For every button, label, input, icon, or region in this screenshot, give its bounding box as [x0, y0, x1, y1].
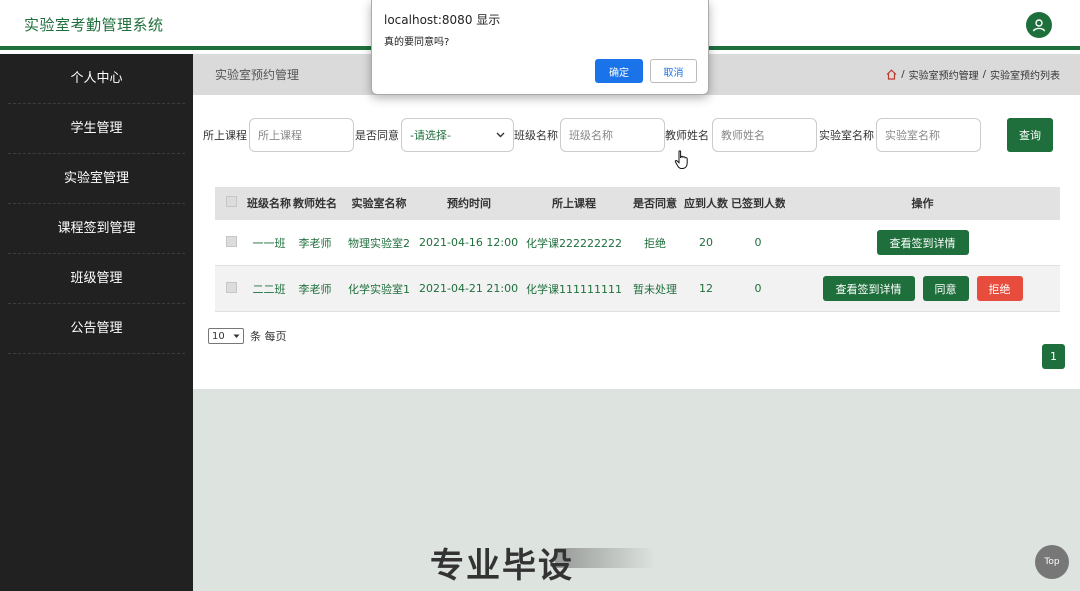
dialog-message: 真的要同意吗?	[384, 37, 450, 48]
teacher-label: 教师姓名	[665, 129, 709, 142]
column-header: 是否同意	[633, 197, 677, 210]
row-checkbox[interactable]	[225, 281, 237, 293]
lab-cell: 物理实验室2	[348, 236, 410, 250]
hand-cursor-icon	[674, 150, 688, 169]
page-size-select[interactable]: 10	[208, 328, 244, 344]
breadcrumb: / 实验室预约管理 / 实验室预约列表	[886, 67, 1060, 82]
sidebar-item-labs[interactable]: 实验室管理	[8, 154, 185, 204]
user-icon	[1032, 19, 1046, 32]
page-size-value: 10	[212, 330, 225, 342]
time-cell: 2021-04-21 21:00:00	[419, 282, 519, 295]
column-header: 班级名称	[247, 197, 291, 210]
dialog-cancel-button[interactable]: 取消	[650, 59, 697, 83]
chevron-down-icon	[233, 334, 240, 338]
expected-count-cell: 20	[699, 236, 713, 249]
breadcrumb-item-booking-list: 实验室预约列表	[990, 71, 1060, 82]
column-header: 教师姓名	[293, 197, 337, 210]
class-name-cell: 二二班	[252, 282, 286, 296]
select-all-checkbox[interactable]	[225, 196, 237, 207]
user-avatar-button[interactable]	[1026, 12, 1052, 38]
course-input[interactable]: 所上课程	[249, 118, 354, 152]
reject-button[interactable]: 拒绝	[976, 276, 1023, 301]
watermark-text: 专业毕设	[430, 546, 574, 586]
confirm-dialog: localhost:8080 显示 真的要同意吗? 确定 取消	[371, 0, 709, 95]
search-button[interactable]: 查询	[1007, 118, 1053, 152]
column-header: 应到人数	[684, 197, 728, 210]
lab-cell: 化学实验室1	[348, 282, 410, 296]
sidebar-item-announcements[interactable]: 公告管理	[8, 304, 185, 354]
agree-label: 是否同意	[355, 129, 399, 142]
app-title: 实验室考勤管理系统	[24, 16, 164, 34]
home-icon[interactable]	[886, 69, 897, 80]
lab-name-input[interactable]: 实验室名称	[876, 118, 981, 152]
back-to-top-button[interactable]: Top	[1035, 545, 1069, 579]
column-header: 实验室名称	[351, 197, 407, 210]
course-label: 所上课程	[203, 129, 247, 142]
page-size-suffix: 条 每页	[250, 330, 287, 343]
column-header: 已签到人数	[731, 197, 785, 210]
time-cell: 2021-04-16 12:00:00	[419, 236, 519, 249]
table-row: 一一班 李老师 物理实验室2 2021-04-16 12:00:00 化学课22…	[215, 220, 1060, 266]
agree-select[interactable]: -请选择-	[401, 118, 514, 152]
course-cell: 化学课222222222	[526, 236, 622, 250]
sidebar-nav: 个人中心 学生管理 实验室管理 课程签到管理 班级管理 公告管理	[0, 54, 193, 591]
teacher-cell: 李老师	[298, 236, 332, 250]
lab-name-label: 实验室名称	[819, 129, 874, 142]
row-checkbox[interactable]	[225, 235, 237, 247]
column-header: 操作	[911, 197, 934, 210]
actions-cell: 查看签到详情 同意 拒绝	[785, 276, 1060, 301]
signed-count-cell: 0	[754, 236, 762, 249]
breadcrumb-separator: /	[982, 69, 986, 80]
teacher-cell: 李老师	[298, 282, 332, 296]
column-header: 预约时间	[447, 197, 491, 210]
class-name-input[interactable]: 班级名称	[560, 118, 665, 152]
agree-status-cell: 暂未处理	[633, 282, 677, 296]
sidebar-item-profile[interactable]: 个人中心	[8, 54, 185, 104]
class-name-cell: 一一班	[252, 236, 286, 250]
breadcrumb-separator: /	[901, 69, 905, 80]
pagination-size: 10 条 每页	[208, 328, 287, 344]
view-signin-details-button[interactable]: 查看签到详情	[822, 276, 915, 301]
signed-count-cell: 0	[754, 282, 762, 295]
sidebar-item-students[interactable]: 学生管理	[8, 104, 185, 154]
dialog-ok-button[interactable]: 确定	[595, 59, 643, 83]
page-title: 实验室预约管理	[215, 68, 300, 82]
table-header-row: 班级名称 教师姓名 实验室名称 预约时间 所上课程 是否同意 应到人数 已签到人…	[215, 187, 1060, 220]
page-number-button[interactable]: 1	[1042, 344, 1065, 369]
actions-cell: 查看签到详情	[785, 230, 1060, 255]
breadcrumb-item-lab-booking[interactable]: 实验室预约管理	[909, 67, 979, 82]
content-panel: 所上课程 所上课程 是否同意 -请选择- 班级名称 班级名称 教师姓名 教师姓名…	[193, 95, 1080, 389]
approve-button[interactable]: 同意	[922, 276, 969, 301]
view-signin-details-button[interactable]: 查看签到详情	[876, 230, 969, 255]
search-form: 所上课程 所上课程 是否同意 -请选择- 班级名称 班级名称 教师姓名 教师姓名…	[203, 117, 1053, 153]
main-area: 实验室预约管理 / 实验室预约管理 / 实验室预约列表 所上课程 所上课程 是否…	[193, 54, 1080, 591]
table-row: 二二班 李老师 化学实验室1 2021-04-21 21:00:00 化学课11…	[215, 266, 1060, 312]
chevron-down-icon	[496, 132, 505, 138]
agree-status-cell: 拒绝	[644, 236, 666, 250]
column-header: 所上课程	[552, 197, 596, 210]
expected-count-cell: 12	[699, 282, 713, 295]
teacher-input[interactable]: 教师姓名	[712, 118, 817, 152]
booking-table: 班级名称 教师姓名 实验室名称 预约时间 所上课程 是否同意 应到人数 已签到人…	[215, 187, 1060, 312]
course-cell: 化学课111111111	[526, 282, 622, 296]
sidebar-item-classes[interactable]: 班级管理	[8, 254, 185, 304]
class-name-label: 班级名称	[514, 129, 558, 142]
dialog-title: localhost:8080 显示	[384, 13, 501, 27]
agree-select-value: -请选择-	[410, 129, 451, 142]
sidebar-item-course-signin[interactable]: 课程签到管理	[8, 204, 185, 254]
